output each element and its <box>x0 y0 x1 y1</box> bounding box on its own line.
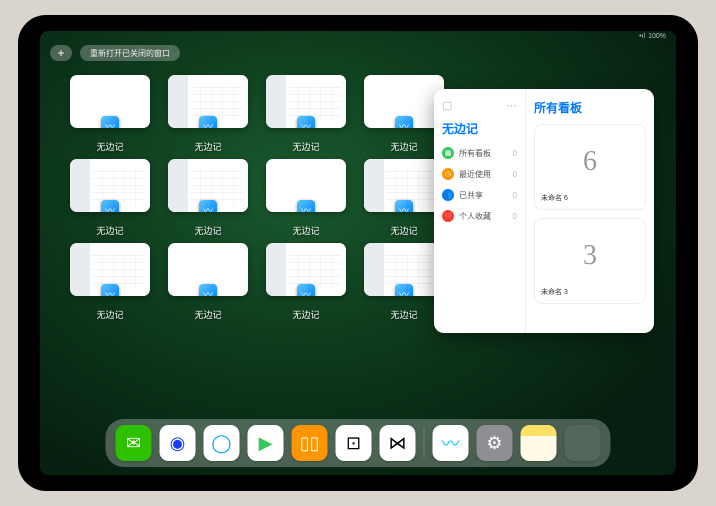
window-thumbnail[interactable]: 〰 无边记 <box>168 159 248 237</box>
signal-icon: •ıl <box>639 33 645 40</box>
thumbnail-label: 无边记 <box>194 308 221 321</box>
sidebar-item-count: 0 <box>513 149 517 158</box>
freeform-app-icon: 〰 <box>199 116 217 128</box>
window-thumbnail[interactable]: 〰 无边记 <box>168 75 248 153</box>
window-thumbnail[interactable]: 〰 无边记 <box>266 243 346 321</box>
freeform-app-icon: 〰 <box>395 116 413 128</box>
more-icon[interactable]: ⋯ <box>506 99 517 112</box>
thumbnail-preview: 〰 <box>70 75 150 128</box>
sidebar-item[interactable]: 👥 已共享 0 <box>442 189 517 201</box>
sidebar-item-count: 0 <box>513 212 517 221</box>
board-preview: 6 <box>541 131 639 193</box>
freeform-app-icon: 〰 <box>297 116 315 128</box>
window-thumbnail[interactable]: 〰 无边记 <box>266 75 346 153</box>
freeform-app-icon: 〰 <box>199 200 217 212</box>
dock-app-notes[interactable] <box>521 425 557 461</box>
dock: ✉◉◯▶▯▯⊡⋈ 〰⚙ <box>106 419 611 467</box>
sidebar-item-icon: ▦ <box>442 147 454 159</box>
thumbnail-preview: 〰 <box>364 75 444 128</box>
board-card[interactable]: 6 未命名 6 <box>534 124 646 210</box>
window-thumbnail[interactable]: 〰 无边记 <box>364 243 444 321</box>
dock-app-play[interactable]: ▶ <box>248 425 284 461</box>
sidebar-title: 无边记 <box>442 120 517 137</box>
sidebar-toggle-icon[interactable]: ▢ <box>442 99 452 112</box>
board-card[interactable]: 3 未命名 3 <box>534 218 646 304</box>
dock-app-books[interactable]: ▯▯ <box>292 425 328 461</box>
thumbnail-label: 无边记 <box>292 224 319 237</box>
freeform-app-icon: 〰 <box>297 284 315 296</box>
thumbnail-label: 无边记 <box>390 140 417 153</box>
freeform-app-icon: 〰 <box>395 200 413 212</box>
thumbnail-label: 无边记 <box>96 224 123 237</box>
freeform-app-icon: 〰 <box>101 116 119 128</box>
sidebar-item-label: 个人收藏 <box>459 211 491 222</box>
board-name: 未命名 3 <box>541 287 639 297</box>
top-bar: + 重新打开已关闭的窗口 <box>50 45 180 61</box>
dock-app-library[interactable] <box>565 425 601 461</box>
dock-app-connect[interactable]: ⋈ <box>380 425 416 461</box>
sidebar-item-icon: ◷ <box>442 168 454 180</box>
thumbnail-preview: 〰 <box>266 243 346 296</box>
window-thumbnail[interactable]: 〰 无边记 <box>168 243 248 321</box>
thumbnail-preview: 〰 <box>266 159 346 212</box>
screen: •ıl 100% + 重新打开已关闭的窗口 〰 无边记 〰 无边记 〰 无边记 … <box>40 31 676 475</box>
dock-app-wechat[interactable]: ✉ <box>116 425 152 461</box>
freeform-app-icon: 〰 <box>395 284 413 296</box>
battery-label: 100% <box>648 33 666 40</box>
window-thumbnail-grid: 〰 无边记 〰 无边记 〰 无边记 〰 无边记 〰 无边记 〰 无边记 〰 无边… <box>70 75 444 321</box>
sidebar-item[interactable]: ▦ 所有看板 0 <box>442 147 517 159</box>
freeform-app-icon: 〰 <box>199 284 217 296</box>
window-thumbnail[interactable]: 〰 无边记 <box>266 159 346 237</box>
sidebar-item-label: 已共享 <box>459 190 483 201</box>
window-thumbnail[interactable]: 〰 无边记 <box>70 159 150 237</box>
sidebar-item-count: 0 <box>513 170 517 179</box>
status-bar: •ıl 100% <box>639 33 666 40</box>
window-thumbnail[interactable]: 〰 无边记 <box>364 159 444 237</box>
sidebar-item-label: 所有看板 <box>459 148 491 159</box>
thumbnail-label: 无边记 <box>194 224 221 237</box>
board-preview: 3 <box>541 225 639 287</box>
thumbnail-label: 无边记 <box>96 140 123 153</box>
freeform-app-icon: 〰 <box>101 284 119 296</box>
window-thumbnail[interactable]: 〰 无边记 <box>364 75 444 153</box>
sidebar-item-icon: 👥 <box>442 189 454 201</box>
thumbnail-preview: 〰 <box>168 159 248 212</box>
board-name: 未命名 6 <box>541 193 639 203</box>
sidebar-item-icon: ♡ <box>442 210 454 222</box>
new-tab-button[interactable]: + <box>50 45 72 61</box>
thumbnail-preview: 〰 <box>168 243 248 296</box>
sidebar-item[interactable]: ♡ 个人收藏 0 <box>442 210 517 222</box>
freeform-content: 所有看板 6 未命名 6 3 未命名 3 <box>526 89 654 333</box>
thumbnail-preview: 〰 <box>168 75 248 128</box>
freeform-app-icon: 〰 <box>101 200 119 212</box>
dock-app-freeform[interactable]: 〰 <box>433 425 469 461</box>
reopen-closed-window-button[interactable]: 重新打开已关闭的窗口 <box>80 45 180 61</box>
window-thumbnail[interactable]: 〰 无边记 <box>70 243 150 321</box>
freeform-window[interactable]: ▢ ⋯ 无边记 ▦ 所有看板 0 ◷ 最近使用 0 👥 已共享 0 ♡ 个人收藏… <box>434 89 654 333</box>
sidebar-item-count: 0 <box>513 191 517 200</box>
thumbnail-preview: 〰 <box>266 75 346 128</box>
thumbnail-preview: 〰 <box>364 159 444 212</box>
dock-app-dice[interactable]: ⊡ <box>336 425 372 461</box>
thumbnail-label: 无边记 <box>96 308 123 321</box>
thumbnail-label: 无边记 <box>390 308 417 321</box>
thumbnail-label: 无边记 <box>390 224 417 237</box>
window-thumbnail[interactable]: 〰 无边记 <box>70 75 150 153</box>
thumbnail-preview: 〰 <box>364 243 444 296</box>
dock-app-qqbrowser[interactable]: ◯ <box>204 425 240 461</box>
ipad-frame: •ıl 100% + 重新打开已关闭的窗口 〰 无边记 〰 无边记 〰 无边记 … <box>18 15 698 491</box>
sidebar-item[interactable]: ◷ 最近使用 0 <box>442 168 517 180</box>
sidebar-item-label: 最近使用 <box>459 169 491 180</box>
content-title: 所有看板 <box>534 99 646 116</box>
thumbnail-label: 无边记 <box>292 140 319 153</box>
thumbnail-preview: 〰 <box>70 159 150 212</box>
freeform-sidebar: ▢ ⋯ 无边记 ▦ 所有看板 0 ◷ 最近使用 0 👥 已共享 0 ♡ 个人收藏… <box>434 89 526 333</box>
thumbnail-label: 无边记 <box>292 308 319 321</box>
freeform-app-icon: 〰 <box>297 200 315 212</box>
dock-app-browser[interactable]: ◉ <box>160 425 196 461</box>
thumbnail-preview: 〰 <box>70 243 150 296</box>
dock-app-settings[interactable]: ⚙ <box>477 425 513 461</box>
thumbnail-label: 无边记 <box>194 140 221 153</box>
dock-separator <box>424 428 425 458</box>
